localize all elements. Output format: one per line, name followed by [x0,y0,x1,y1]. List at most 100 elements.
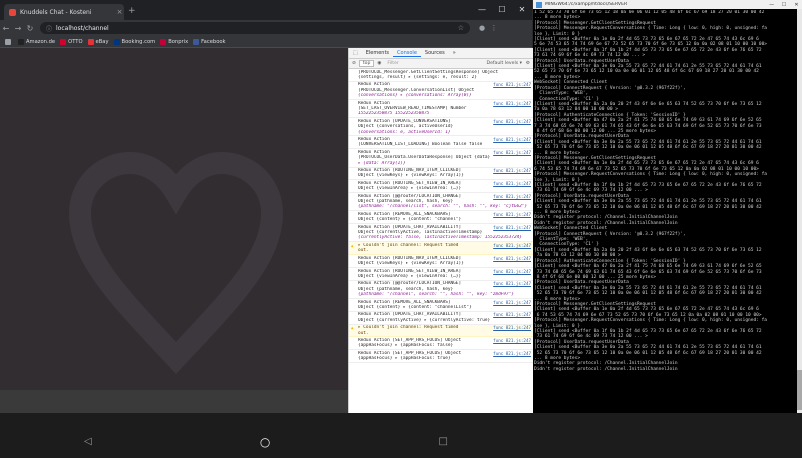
console-entry-line: 1552252350875 1552252350875 [358,111,430,117]
extension-icons: ● ⋮ [476,24,500,32]
terminal-minimize-button[interactable]: — [766,2,777,8]
source-link[interactable]: func 821.js:247 [493,181,531,186]
console-entry-line: Object {content} ▸ {content: "channelLis… [358,304,472,310]
url-text: localhost/channel [56,24,109,32]
console-log-entry[interactable]: Redux Action [REMOVE_ALL_SNACKBARS] Objec… [349,211,533,225]
source-link[interactable]: func 821.js:247 [493,168,531,173]
source-link[interactable]: func 821.js:247 [493,225,531,230]
tab-sources[interactable]: Sources [421,50,449,56]
forward-icon[interactable]: → [12,21,24,35]
bookmark-item[interactable]: Booking.com [113,38,155,45]
bookmarks-bar: Amazon.de OTTO eBay Booking.com Bonprix Faceb… [0,36,532,48]
source-link[interactable]: func 821.js:247 [493,119,531,124]
source-link[interactable]: func 821.js:247 [493,137,531,142]
back-nav-icon[interactable]: ◁ [84,436,92,447]
source-link[interactable]: func 821.js:247 [493,101,531,106]
apps-icon[interactable] [5,38,13,45]
mingw-icon [536,1,542,8]
source-link[interactable]: func 821.js:247 [493,351,531,356]
terminal-scrollbar-thumb[interactable] [797,370,802,410]
home-nav-icon[interactable]: ○ [260,435,270,449]
console-log-entry[interactable]: Redux Action [@@router/LOCATION_CHANGE] O… [349,281,533,300]
bookmark-item[interactable]: OTTO [60,38,83,45]
terminal-title: MINGW64:/c/xampp/htdocs/SERVER [545,2,628,7]
address-bar[interactable]: ⓘ localhost/channel ☆ [40,22,470,34]
close-window-button[interactable]: ✕ [512,0,532,18]
maximize-button[interactable]: ☐ [492,0,512,18]
terminal-line: 52 65 73 70 6f 6e 73 65 12 10 0a 0e 06 0… [534,291,762,297]
menu-icon[interactable]: ⋮ [488,24,500,32]
console-entry-line: ▸ {data: Array(1)} [358,160,406,166]
source-link[interactable]: func 821.js:247 [493,269,531,274]
bookmark-item[interactable]: Amazon.de [18,38,55,45]
console-log-entry[interactable]: Redux Action [ROUTING_NAV_ITEM_CLICKED] O… [349,168,533,181]
console-entry-line: {currentlyActive: false, lastInactiveTim… [358,235,522,241]
back-icon[interactable]: ← [0,21,12,35]
terminal-line: [Client] send <Buffer 0a 47 0a 2a 2f 41 … [534,118,762,124]
bookmark-star-icon[interactable]: ☆ [458,24,464,32]
close-tab-icon[interactable]: × [115,8,124,16]
nav-buttons: ◁ ○ □ [0,429,532,454]
tab-knuddels-chat[interactable]: Knuddels Chat - Kosteni × [4,4,124,20]
new-tab-button[interactable]: + [128,5,138,17]
extension-icon[interactable]: ● [476,24,488,32]
levels-select[interactable]: Default levels ▾ [487,61,522,66]
recents-nav-icon[interactable]: □ [438,436,447,447]
console-log-entry[interactable]: Redux Action [PROTOCOL_UserData.UserDataR… [349,149,533,168]
console-entry-line: out. [358,248,369,254]
bookmark-item[interactable]: Bonprix [160,38,188,45]
console-log-entry[interactable]: Redux Action [@@router/LOCATION_CHANGE] O… [349,193,533,212]
reload-icon[interactable]: ↻ [24,21,36,35]
console-log-entry[interactable]: Redux Action [PROTOCOL_Messenger.Conversa… [349,82,533,101]
filter-input[interactable]: Filter [387,61,398,66]
loading-heart-graphic [68,151,284,375]
console-log-entry[interactable]: Redux Action [UPDATE_CHAT_AVAILABILITY] O… [349,224,533,243]
console-warning-entry[interactable]: ▸ Couldn't join channel: Request timedou… [349,242,533,256]
console-log-entry[interactable]: Redux Action [REMOVE_ALL_SNACKBARS] Objec… [349,299,533,312]
console-entry-line: {appHasFocus} ▸ {appHasFocus: true} [358,356,451,362]
console-log-entry[interactable]: Redux Action [SET_APP_HAS_FOCUS] Object{… [349,337,533,351]
terminal-close-button[interactable]: ✕ [791,2,802,8]
source-link[interactable]: func 821.js:247 [493,243,531,248]
minimize-button[interactable]: — [472,0,492,18]
console-log-entry[interactable]: Redux Action [SET_LAST_OVERVIEW_READ_TIME… [349,100,533,119]
console-log-entry[interactable]: [PROTOCOL_Messenger.GetClientSettingsRes… [349,69,533,82]
console-log-entry[interactable]: Redux Action [UPDATE_CHAT_AVAILABILITY] O… [349,312,533,325]
tab-console[interactable]: Console [393,50,421,57]
clear-console-icon[interactable]: ⊘ [352,61,356,66]
terminal-window: MINGW64:/c/xampp/htdocs/SERVER — ☐ ✕ 1 5… [533,0,802,413]
source-link[interactable]: func 821.js:247 [493,338,531,343]
source-link[interactable]: func 821.js:247 [493,150,531,155]
bookmark-label: eBay [95,38,109,45]
devtools-inspect-icon[interactable]: ⬚ [349,50,362,56]
tab-elements[interactable]: Elements [362,50,393,56]
source-link[interactable]: func 821.js:247 [493,281,531,286]
source-link[interactable]: func 821.js:247 [493,312,531,317]
terminal-output[interactable]: 1 52 65 73 70 6f 6e 73 65 12 18 0a 0e 06… [534,10,796,413]
console-log-entry[interactable]: Redux Action [UPDATE_CONVERSATIONS] Objec… [349,118,533,137]
bookmark-item[interactable]: eBay [87,38,109,45]
console-log-entry[interactable]: Redux Action [CONVERSATION_LIST_LOADING] … [349,136,533,150]
source-link[interactable]: func 821.js:247 [493,300,531,305]
more-tabs-button[interactable]: » [449,50,460,56]
bookmark-item[interactable]: Facebook [193,38,226,45]
source-link[interactable]: func 821.js:247 [493,82,531,87]
source-link[interactable]: func 821.js:247 [493,194,531,199]
source-link[interactable]: func 821.js:247 [493,325,531,330]
console-log-entry[interactable]: Redux Action [ROUTING_NAV_ITEM_CLICKED] O… [349,255,533,268]
eye-icon[interactable]: ◉ [377,61,381,66]
context-select[interactable]: top [358,60,375,67]
console-log-entry[interactable]: Redux Action [ROUTING_SET_VIEW_IN_AREA] O… [349,268,533,281]
settings-gear-icon[interactable]: ⚙ [526,61,530,66]
terminal-maximize-button[interactable]: ☐ [779,2,790,8]
console-warning-entry[interactable]: ▸ Couldn't join channel: Request timedou… [349,324,533,338]
terminal-scrollbar[interactable] [797,9,802,413]
source-link[interactable]: func 821.js:247 [493,212,531,217]
console-log-entry[interactable]: Redux Action [SET_APP_HAS_FOCUS] Object{… [349,350,533,364]
bookmark-favicon-icon [60,38,67,45]
source-link[interactable]: func 821.js:247 [493,256,531,261]
info-icon[interactable]: ⓘ [46,24,52,33]
taskbar: ◁ ○ □ [0,413,802,458]
terminal-line: 52 65 73 70 6f 6e 73 65 12 10 0a 0e 06 0… [534,145,762,151]
console-log-entry[interactable]: Redux Action [ROUTING_SET_VIEW_IN_AREA] O… [349,180,533,194]
